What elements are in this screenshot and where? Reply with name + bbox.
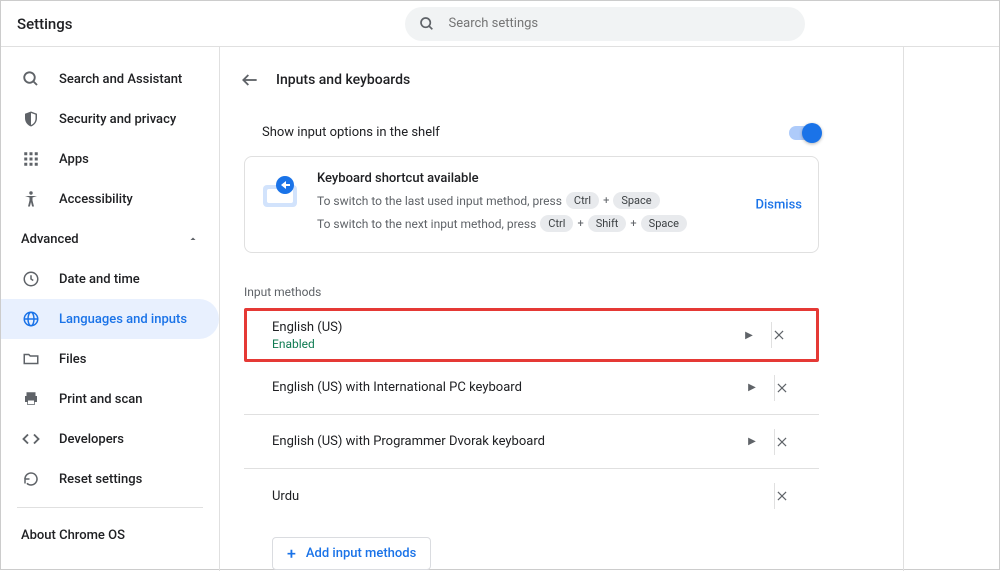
sidebar-item-label: Date and time: [59, 272, 211, 287]
sidebar-item-label: Accessibility: [59, 192, 211, 207]
sidebar-item-print-scan[interactable]: Print and scan: [1, 379, 219, 419]
remove-method-button[interactable]: [775, 381, 819, 395]
key-space: Space: [613, 192, 659, 209]
chevron-up-icon: [187, 233, 199, 245]
remove-method-button[interactable]: [775, 489, 819, 503]
add-input-methods-button[interactable]: + Add input methods: [272, 537, 431, 570]
header-title: Settings: [17, 15, 73, 33]
accessibility-icon: [21, 189, 41, 209]
sidebar-item-label: Languages and inputs: [59, 312, 211, 327]
dismiss-button[interactable]: Dismiss: [755, 197, 802, 212]
advanced-label: Advanced: [21, 232, 187, 247]
search-icon: [21, 69, 41, 89]
sidebar: Search and Assistant Security and privac…: [1, 47, 219, 571]
input-method-row[interactable]: English (US) with International PC keybo…: [244, 361, 819, 415]
input-method-row-english-us[interactable]: English (US) Enabled ▶: [244, 308, 819, 362]
panel-edge: [903, 47, 904, 571]
key-shift: Shift: [588, 215, 627, 232]
remove-method-button[interactable]: [772, 328, 816, 342]
shortcut-line-1: To switch to the last used input method,…: [317, 192, 804, 209]
sidebar-item-label: Search and Assistant: [59, 72, 211, 87]
sidebar-item-accessibility[interactable]: Accessibility: [1, 179, 219, 219]
chevron-right-icon[interactable]: ▶: [727, 330, 771, 341]
shortcut-line-1-text: To switch to the last used input method,…: [317, 194, 562, 208]
sidebar-item-security[interactable]: Security and privacy: [1, 99, 219, 139]
sidebar-item-label: Print and scan: [59, 392, 211, 407]
main-panel: Inputs and keyboards Show input options …: [219, 47, 999, 571]
globe-icon: [21, 309, 41, 329]
method-name: English (US) with International PC keybo…: [272, 380, 730, 395]
show-shelf-label: Show input options in the shelf: [262, 125, 789, 140]
chevron-right-icon[interactable]: ▶: [730, 436, 774, 447]
show-shelf-row: Show input options in the shelf: [234, 121, 829, 156]
plus-icon: +: [603, 194, 609, 207]
sidebar-item-reset-settings[interactable]: Reset settings: [1, 459, 219, 499]
shortcut-line-2-text: To switch to the next input method, pres…: [317, 217, 536, 231]
sidebar-item-languages-inputs[interactable]: Languages and inputs: [1, 299, 219, 339]
sidebar-item-files[interactable]: Files: [1, 339, 219, 379]
key-space: Space: [641, 215, 687, 232]
clock-icon: [21, 269, 41, 289]
method-status: Enabled: [272, 337, 727, 351]
method-name: English (US): [272, 320, 727, 335]
shortcut-card-body: Keyboard shortcut available To switch to…: [317, 171, 804, 238]
printer-icon: [21, 389, 41, 409]
app-header: Settings: [1, 1, 999, 47]
sidebar-item-apps[interactable]: Apps: [1, 139, 219, 179]
sidebar-item-label: Reset settings: [59, 472, 211, 487]
remove-method-button[interactable]: [775, 435, 819, 449]
search-bar[interactable]: [405, 7, 805, 41]
shortcut-card: Keyboard shortcut available To switch to…: [244, 156, 819, 253]
search-container: [405, 7, 805, 41]
input-methods-list: English (US) Enabled ▶ English (US) with…: [244, 308, 819, 523]
shortcut-card-title: Keyboard shortcut available: [317, 171, 804, 186]
method-name: Urdu: [272, 489, 730, 504]
key-ctrl: Ctrl: [566, 192, 599, 209]
key-ctrl: Ctrl: [540, 215, 573, 232]
plus-icon: +: [577, 217, 583, 230]
show-shelf-toggle[interactable]: [789, 126, 819, 140]
input-methods-label: Input methods: [234, 281, 829, 309]
back-arrow-icon[interactable]: [240, 70, 260, 90]
plus-icon: +: [287, 544, 296, 563]
search-icon: [419, 16, 435, 32]
method-name: English (US) with Programmer Dvorak keyb…: [272, 434, 730, 449]
plus-icon: +: [630, 217, 636, 230]
shield-icon: [21, 109, 41, 129]
input-method-row[interactable]: Urdu ▶: [244, 469, 819, 523]
sidebar-advanced-toggle[interactable]: Advanced: [1, 219, 219, 259]
sidebar-item-label: Files: [59, 352, 211, 367]
keyboard-shortcut-icon: [259, 171, 301, 213]
sidebar-item-developers[interactable]: Developers: [1, 419, 219, 459]
sidebar-about[interactable]: About Chrome OS: [1, 516, 219, 555]
sidebar-item-search-assistant[interactable]: Search and Assistant: [1, 59, 219, 99]
add-method-row: + Add input methods: [244, 523, 819, 571]
sidebar-item-label: Apps: [59, 152, 211, 167]
search-input[interactable]: [449, 16, 791, 31]
page-header: Inputs and keyboards: [234, 61, 829, 99]
folder-icon: [21, 349, 41, 369]
shortcut-line-2: To switch to the next input method, pres…: [317, 215, 804, 232]
sidebar-item-label: Developers: [59, 432, 211, 447]
input-method-row[interactable]: English (US) with Programmer Dvorak keyb…: [244, 415, 819, 469]
add-button-label: Add input methods: [306, 546, 416, 561]
apps-grid-icon: [21, 149, 41, 169]
divider: [17, 507, 203, 508]
sidebar-item-label: Security and privacy: [59, 112, 211, 127]
sidebar-item-date-time[interactable]: Date and time: [1, 259, 219, 299]
code-icon: [21, 429, 41, 449]
reset-icon: [21, 469, 41, 489]
page-title: Inputs and keyboards: [276, 72, 410, 88]
chevron-right-icon[interactable]: ▶: [730, 382, 774, 393]
